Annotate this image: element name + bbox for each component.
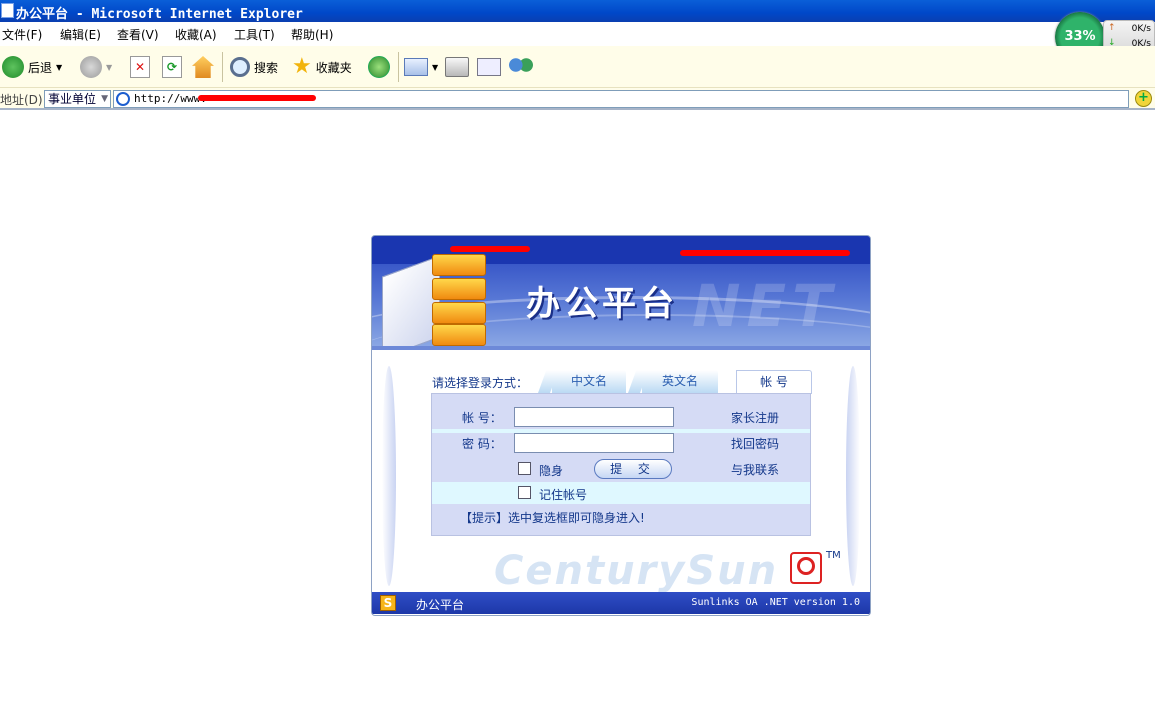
url-redaction (198, 95, 316, 101)
menu-file[interactable]: 文件(F) (2, 26, 42, 43)
menu-view[interactable]: 查看(V) (117, 26, 159, 43)
sunlinks-s-icon: S (380, 595, 396, 611)
printer-icon (445, 57, 469, 77)
history-icon (368, 56, 390, 78)
refresh-icon: ⟳ (162, 56, 182, 78)
forward-button[interactable]: ▼ (80, 52, 112, 82)
upload-arrow-icon: ↑ (1108, 23, 1116, 33)
address-category-value: 事业单位 (48, 92, 97, 106)
menu-help[interactable]: 帮助(H) (291, 26, 333, 43)
account-row: 帐 号： 家长注册 (432, 406, 810, 428)
footer-app-name: 办公平台 (416, 598, 465, 612)
search-label: 搜索 (254, 60, 279, 75)
centurysun-logo-icon (790, 552, 822, 584)
messenger-button[interactable] (508, 52, 534, 82)
refresh-button[interactable]: ⟳ (162, 52, 182, 82)
window-title: 办公平台 - Microsoft Internet Explorer (16, 7, 303, 22)
remember-row: 记住帐号 (432, 482, 810, 504)
window-title-bar: 办公平台 - Microsoft Internet Explorer (0, 0, 1155, 22)
parent-register-link[interactable]: 家长注册 (731, 409, 779, 426)
remember-account-label: 记住帐号 (539, 488, 588, 502)
back-dropdown-icon[interactable]: ▼ (56, 63, 62, 72)
footer-version: Sunlinks OA .NET version 1.0 (691, 597, 860, 608)
tab-english-name[interactable]: 英文名 (627, 370, 718, 394)
home-icon (192, 56, 214, 78)
menu-bar: 文件(F) 编辑(E) 查看(V) 收藏(A) 工具(T) 帮助(H) (0, 22, 1060, 46)
favorites-button[interactable]: ★ 收藏夹 (292, 52, 352, 82)
edit-page-icon (477, 58, 501, 76)
remember-account-checkbox[interactable] (518, 486, 531, 499)
trademark-mark: TM (826, 550, 841, 561)
toolbar-separator (222, 52, 223, 82)
invisible-checkbox[interactable] (518, 462, 531, 475)
address-bar: 地址(D) 事业单位 ▼ http://www. + (0, 88, 1155, 110)
mail-dropdown-icon[interactable]: ▼ (432, 63, 438, 72)
login-footer: S 办公平台 Sunlinks OA .NET version 1.0 (372, 592, 870, 614)
home-button[interactable] (192, 52, 214, 82)
menu-favorites[interactable]: 收藏(A) (175, 26, 217, 43)
password-input[interactable] (514, 433, 674, 453)
login-panel: NET 办公平台 请选择登录方式： 中文名 英文名 帐 号 帐 号： 家长注册 … (371, 235, 871, 616)
centurysun-watermark: CenturySun (494, 548, 779, 594)
address-label: 地址(D) (0, 93, 43, 107)
recover-password-link[interactable]: 找回密码 (731, 435, 779, 452)
search-icon (230, 57, 250, 77)
stop-icon: ✕ (130, 56, 150, 78)
tab-chinese-name[interactable]: 中文名 (537, 370, 626, 394)
hint-text: 【提示】选中复选框即可隐身进入! (460, 511, 645, 525)
url-text: http://www. (134, 92, 207, 105)
search-button[interactable]: 搜索 (230, 52, 278, 82)
toolbar-separator (398, 52, 399, 82)
forward-dropdown-icon[interactable]: ▼ (106, 63, 112, 72)
contact-me-link[interactable]: 与我联系 (731, 461, 779, 478)
history-button[interactable] (368, 52, 390, 82)
left-decoration (382, 366, 396, 586)
forward-arrow-icon (80, 56, 102, 78)
messenger-icon (508, 57, 534, 77)
blocks-logo-icon (432, 254, 486, 346)
address-category-select[interactable]: 事业单位 ▼ (44, 90, 111, 108)
invisible-label: 隐身 (539, 464, 564, 478)
login-form: 帐 号： 家长注册 密 码： 找回密码 隐身 提 交 与我联系 记住帐号 【提示… (431, 393, 811, 536)
banner-divider (372, 346, 870, 350)
banner-title: 办公平台 (526, 284, 678, 324)
favorites-label: 收藏夹 (315, 60, 352, 75)
back-button[interactable]: 后退 ▼ (2, 52, 62, 82)
back-label: 后退 (28, 60, 53, 75)
edit-button[interactable] (477, 52, 501, 82)
back-arrow-icon (2, 56, 24, 78)
login-method-label: 请选择登录方式： (432, 376, 529, 390)
password-row: 密 码： 找回密码 (432, 432, 810, 454)
go-arrow-icon: + (1138, 90, 1149, 105)
tab-account[interactable]: 帐 号 (736, 370, 812, 394)
password-label: 密 码： (462, 437, 502, 451)
ie-logo-icon (116, 92, 130, 106)
invisible-row: 隐身 提 交 与我联系 (432, 458, 810, 480)
banner-redaction-left (450, 246, 530, 252)
print-button[interactable] (445, 52, 469, 82)
chevron-down-icon: ▼ (101, 94, 108, 104)
right-decoration (846, 366, 860, 586)
ie-page-icon (1, 3, 14, 18)
account-label: 帐 号： (462, 411, 502, 425)
menu-tools[interactable]: 工具(T) (234, 26, 275, 43)
upload-rate: 0K/s (1131, 24, 1151, 34)
menu-edit[interactable]: 编辑(E) (60, 26, 101, 43)
submit-button[interactable]: 提 交 (594, 459, 672, 479)
banner-net-watermark: NET (692, 272, 838, 340)
mail-icon (404, 58, 428, 76)
mail-button[interactable]: ▼ (404, 52, 438, 82)
toolbar: 后退 ▼ ▼ ✕ ⟳ 搜索 ★ 收藏夹 ▼ (0, 46, 1155, 88)
go-button[interactable]: + (1135, 90, 1152, 107)
stop-button[interactable]: ✕ (130, 52, 150, 82)
account-input[interactable] (514, 407, 674, 427)
banner-redaction-right (680, 250, 850, 256)
star-icon: ★ (292, 54, 312, 79)
